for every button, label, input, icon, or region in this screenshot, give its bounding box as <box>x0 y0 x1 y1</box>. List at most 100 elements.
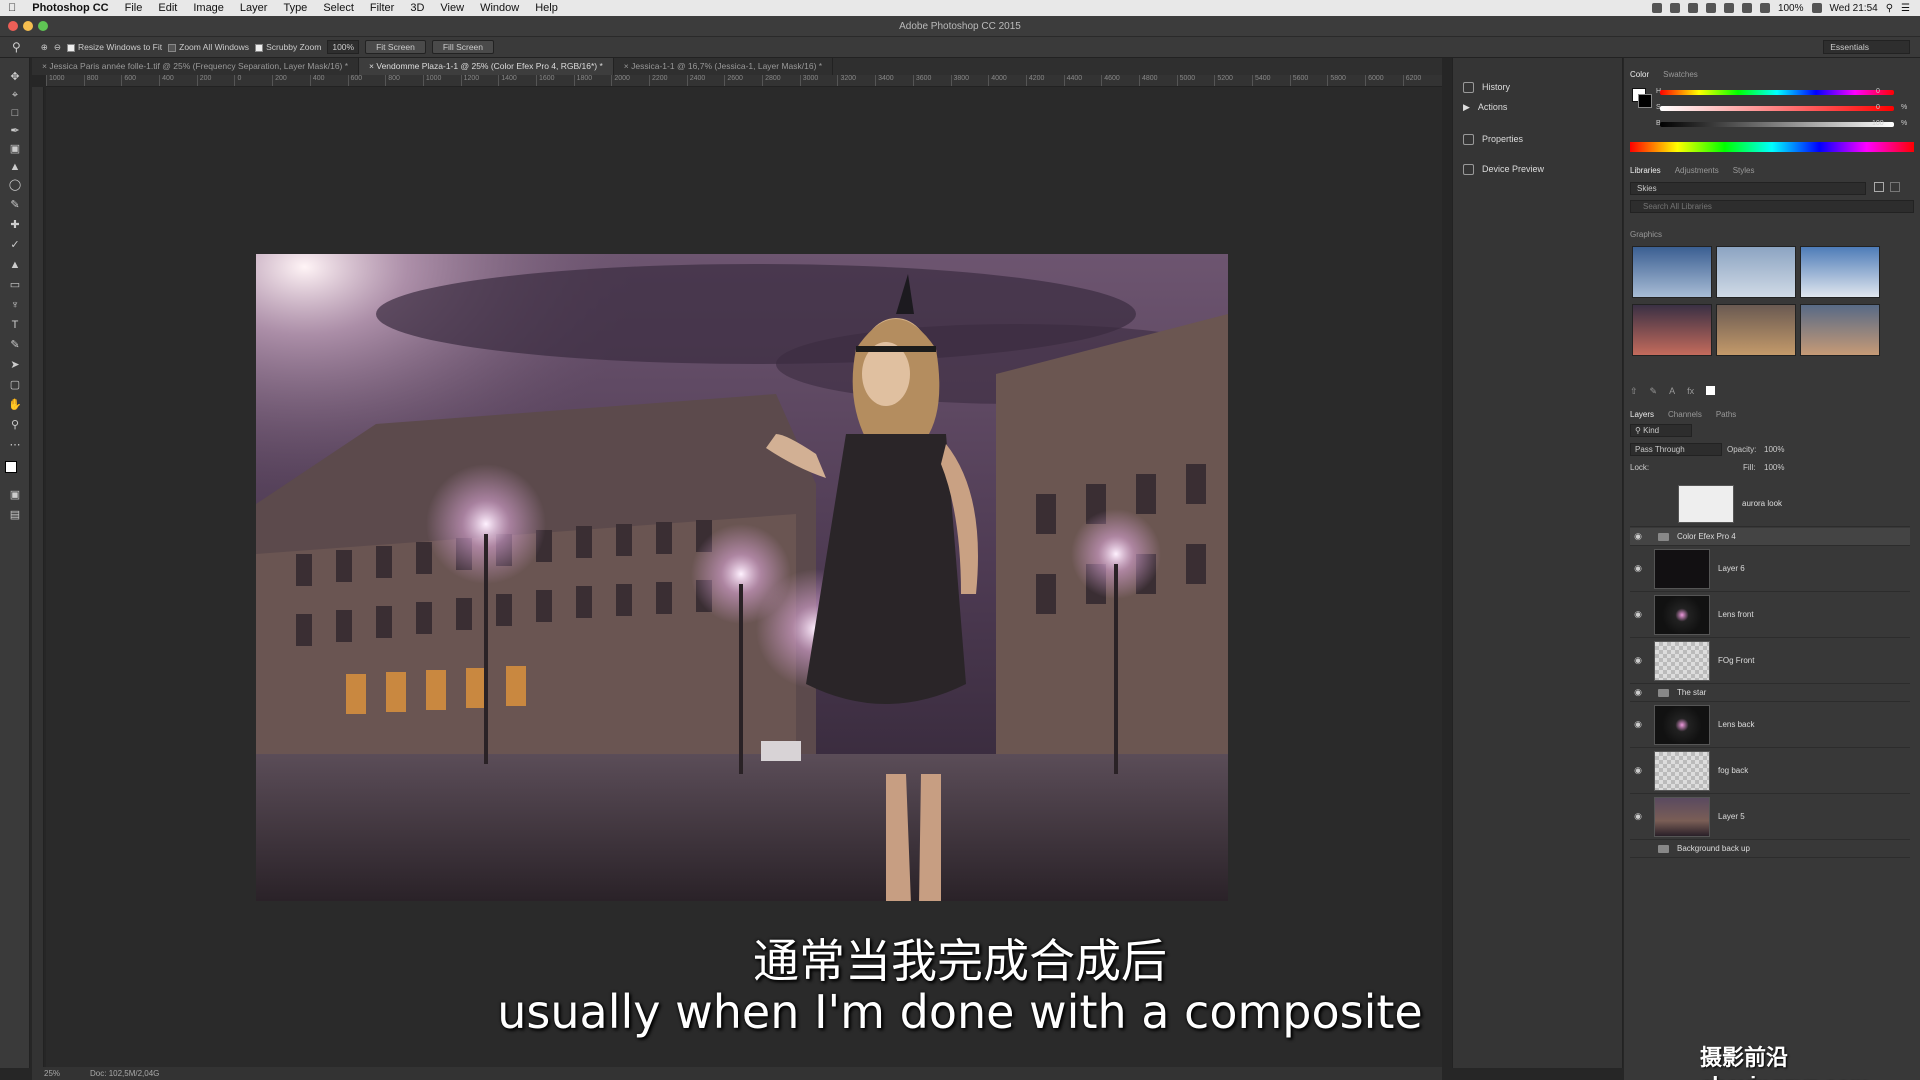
healing-tool-icon[interactable]: ✚ <box>8 218 22 232</box>
fx-icon[interactable]: fx <box>1687 386 1694 397</box>
tab-styles[interactable]: Styles <box>1733 166 1755 175</box>
library-graphic[interactable] <box>1800 304 1880 356</box>
ruler-tool-icon[interactable]: ✎ <box>8 198 22 212</box>
scrubby-zoom-checkbox[interactable]: Scrubby Zoom <box>255 42 321 52</box>
library-graphic[interactable] <box>1716 304 1796 356</box>
vertical-ruler[interactable] <box>32 87 44 1067</box>
tray-icon[interactable] <box>1687 3 1698 13</box>
fill-value[interactable]: 100% <box>1764 463 1784 472</box>
more-tools-icon[interactable]: ⋯ <box>8 438 22 452</box>
opacity-value[interactable]: 100% <box>1764 445 1784 454</box>
zoom-out-icon[interactable]: ⊖ <box>54 42 61 53</box>
grid-view-icon[interactable] <box>1874 182 1884 192</box>
fill-screen-button[interactable]: Fill Screen <box>431 40 494 54</box>
tab-jessica-paris[interactable]: × Jessica Paris année folle-1.tif @ 25% … <box>32 58 360 75</box>
foreground-color-swatch[interactable] <box>5 461 17 473</box>
lasso-tool-icon[interactable]: ◯ <box>8 178 22 192</box>
layer-group-row[interactable]: ◉ Color Efex Pro 4 <box>1630 528 1910 546</box>
eye-icon[interactable]: ◉ <box>1632 609 1644 620</box>
layer-row[interactable]: ◉ Layer 5 <box>1630 794 1910 840</box>
brush-icon[interactable]: ✎ <box>1650 386 1658 397</box>
eraser-tool-icon[interactable]: ▭ <box>8 278 22 292</box>
triangle-tool-icon[interactable]: ▲ <box>8 160 22 174</box>
menu-layer[interactable]: Layer <box>232 2 276 14</box>
layer-row[interactable]: aurora look <box>1630 481 1910 527</box>
brightness-slider[interactable] <box>1660 122 1894 127</box>
h-value[interactable]: 0 <box>1876 88 1880 95</box>
actions-panel-button[interactable]: ▶ Actions <box>1453 96 1624 118</box>
layer-row[interactable]: ◉ Lens front <box>1630 592 1910 638</box>
tray-icon[interactable] <box>1723 3 1734 13</box>
tab-adjustments[interactable]: Adjustments <box>1675 166 1719 175</box>
resize-windows-checkbox[interactable]: Resize Windows to Fit <box>67 42 162 52</box>
layer-row[interactable]: ◉ Layer 6 <box>1630 546 1910 592</box>
menu-view[interactable]: View <box>432 2 472 14</box>
path-select-icon[interactable]: ➤ <box>8 358 22 372</box>
minimize-window-button[interactable] <box>23 21 33 31</box>
zoom-all-checkbox[interactable]: Zoom All Windows <box>168 42 249 52</box>
zoom-tool-icon[interactable]: ⚲ <box>8 418 22 432</box>
eye-icon[interactable]: ◉ <box>1632 765 1644 776</box>
fit-screen-button[interactable]: Fit Screen <box>365 40 426 54</box>
eye-icon[interactable]: ◉ <box>1632 563 1644 574</box>
battery-label[interactable]: 100% <box>1778 3 1804 14</box>
tab-vendomme-plaza[interactable]: × Vendomme Plaza-1-1 @ 25% (Color Efex P… <box>359 58 614 75</box>
tray-icon[interactable] <box>1669 3 1680 13</box>
history-panel-button[interactable]: History <box>1453 76 1624 98</box>
library-graphic[interactable] <box>1632 246 1712 298</box>
tray-icon[interactable] <box>1741 3 1752 13</box>
zoom-tool-icon[interactable]: ⚲ <box>12 40 21 54</box>
clock[interactable]: Wed 21:54 <box>1830 3 1878 14</box>
status-doc-size[interactable]: Doc: 102,5M/2,04G <box>90 1069 159 1078</box>
menu-file[interactable]: File <box>117 2 151 14</box>
tab-jessica[interactable]: × Jessica-1-1 @ 16,7% (Jessica-1, Layer … <box>614 58 834 75</box>
pen-tool-icon[interactable]: ✎ <box>8 338 22 352</box>
tab-libraries[interactable]: Libraries <box>1630 166 1661 175</box>
saturation-slider[interactable] <box>1660 106 1894 111</box>
eye-icon[interactable]: ◉ <box>1632 687 1644 698</box>
menu-3d[interactable]: 3D <box>402 2 432 14</box>
layer-row[interactable]: ◉ Lens back <box>1630 702 1910 748</box>
quick-mask-icon[interactable]: ▣ <box>8 488 22 502</box>
properties-panel-button[interactable]: Properties <box>1453 128 1624 150</box>
stamp-tool-icon[interactable]: ▲ <box>8 258 22 272</box>
color-chip-icon[interactable] <box>1706 386 1716 395</box>
library-search-input[interactable] <box>1630 200 1914 213</box>
zoom-value-field[interactable]: 100% <box>327 40 360 54</box>
layer-row[interactable]: ◉ FOg Front <box>1630 638 1910 684</box>
eye-icon[interactable]: ◉ <box>1632 531 1644 542</box>
workspace-switcher[interactable]: Essentials <box>1823 40 1910 54</box>
eye-icon[interactable]: ◉ <box>1632 719 1644 730</box>
tab-color[interactable]: Color <box>1630 70 1649 79</box>
layer-row[interactable]: ◉ fog back <box>1630 748 1910 794</box>
background-swatch[interactable] <box>1638 94 1652 108</box>
eye-icon[interactable]: ◉ <box>1632 655 1644 666</box>
b-value[interactable]: 100 <box>1872 120 1884 127</box>
eyedropper-tool-icon[interactable]: ✒ <box>8 124 22 138</box>
text-icon[interactable]: A <box>1669 386 1675 397</box>
library-graphic[interactable] <box>1800 246 1880 298</box>
notification-icon[interactable]: ☰ <box>1901 3 1910 14</box>
menu-filter[interactable]: Filter <box>362 2 402 14</box>
crop-tool-icon[interactable]: ⌖ <box>8 88 22 102</box>
s-value[interactable]: 0 <box>1876 104 1880 111</box>
tab-swatches[interactable]: Swatches <box>1663 70 1698 79</box>
menu-window[interactable]: Window <box>472 2 527 14</box>
color-ramp[interactable] <box>1630 142 1914 152</box>
eye-icon[interactable]: ◉ <box>1632 811 1644 822</box>
composite-image[interactable] <box>256 254 1228 901</box>
blend-mode-select[interactable]: Pass Through <box>1630 443 1722 456</box>
zoom-in-icon[interactable]: ⊕ <box>41 42 48 53</box>
move-tool-icon[interactable]: ✥ <box>8 70 22 84</box>
type-tool-icon[interactable]: T <box>8 318 22 332</box>
layer-filter-kind[interactable]: ⚲ Kind <box>1630 424 1692 437</box>
menu-help[interactable]: Help <box>527 2 566 14</box>
zoom-window-button[interactable] <box>38 21 48 31</box>
menu-edit[interactable]: Edit <box>150 2 185 14</box>
wifi-icon[interactable] <box>1759 3 1770 13</box>
tab-layers[interactable]: Layers <box>1630 410 1654 419</box>
menu-image[interactable]: Image <box>185 2 232 14</box>
tab-paths[interactable]: Paths <box>1716 410 1736 419</box>
layer-group-row[interactable]: Background back up <box>1630 840 1910 858</box>
hue-slider[interactable] <box>1660 90 1894 95</box>
